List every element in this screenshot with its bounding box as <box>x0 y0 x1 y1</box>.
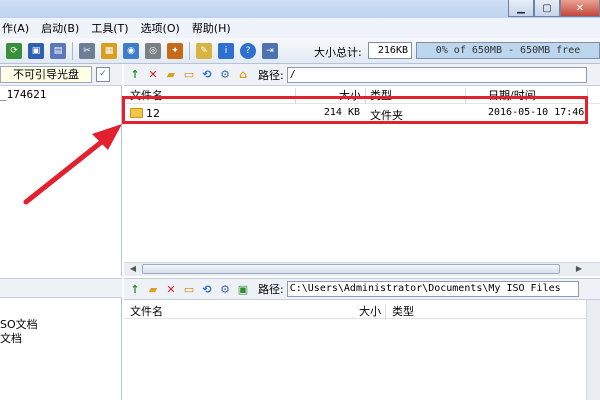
delete-icon[interactable]: ✕ <box>146 68 160 82</box>
size-total-value: 216KB <box>368 42 412 59</box>
image-path-input[interactable]: / <box>286 66 587 83</box>
menu-item-boot[interactable]: 启动(B) <box>41 20 89 36</box>
boot-status-label[interactable]: 不可引导光盘 <box>0 66 92 83</box>
menu-bar: 作(A) 启动(B) 工具(T) 选项(O) 帮助(H) <box>0 18 600 38</box>
column-header-type[interactable]: 类型 <box>388 304 488 320</box>
settings-icon[interactable]: ⚙ <box>218 68 232 82</box>
refresh-icon[interactable]: ⟲ <box>200 68 214 82</box>
up-arrow-icon[interactable]: ↑ <box>128 282 142 296</box>
close-button[interactable]: ✕ <box>560 0 600 17</box>
scroll-right-icon[interactable]: ▶ <box>572 263 586 275</box>
local-tree-pane <box>0 298 122 400</box>
extract-icon[interactable]: ◉ <box>123 42 139 59</box>
image-pane-toolbar: ↑ ✕ ▰ ▭ ⟲ ⚙ ⌂ 路径: / <box>124 64 600 86</box>
settings-icon[interactable]: ⚙ <box>218 282 232 296</box>
delete-icon[interactable]: ✕ <box>164 282 178 296</box>
new-icon[interactable]: ⟳ <box>6 42 22 59</box>
local-path-label: 路径: <box>258 283 284 296</box>
refresh-icon[interactable]: ⟲ <box>200 282 214 296</box>
image-tree-pane <box>0 86 122 276</box>
capacity-bar[interactable]: 0% of 650MB - 650MB free <box>416 42 600 59</box>
local-tree-item[interactable]: 文档 <box>0 330 22 346</box>
vertical-scrollbar[interactable] <box>586 300 600 400</box>
save-as-icon[interactable]: ▤ <box>50 42 66 59</box>
local-pane-toolbar: ↑ ▰ ✕ ▭ ⟲ ⚙ ▣ 路径: C:\Users\Administrator… <box>124 278 600 300</box>
size-total-label: 大小总计: <box>314 46 362 59</box>
tree-node-root[interactable]: _174621 <box>0 88 46 101</box>
minimize-button[interactable]: ▁ <box>508 0 534 17</box>
scroll-left-icon[interactable]: ◀ <box>126 263 140 275</box>
menu-item-action[interactable]: 作(A) <box>2 20 39 36</box>
rename-icon[interactable]: ▭ <box>182 282 196 296</box>
info-icon[interactable]: i <box>218 42 234 59</box>
save-icon[interactable]: ▣ <box>28 42 44 59</box>
burn-icon[interactable]: ◎ <box>145 42 161 59</box>
new-folder-icon[interactable]: ▰ <box>146 282 160 296</box>
menu-item-tools[interactable]: 工具(T) <box>91 20 138 36</box>
left-bottom-header <box>0 278 122 298</box>
help-icon[interactable]: ? <box>240 42 256 59</box>
up-arrow-icon[interactable]: ↑ <box>128 68 142 82</box>
column-header-name[interactable]: 文件名 <box>126 304 306 320</box>
local-path-input[interactable]: C:\Users\Administrator\Documents\My ISO … <box>286 281 579 297</box>
toolbar-separator <box>72 41 73 60</box>
scrollbar-thumb[interactable] <box>142 264 560 274</box>
toolbar-separator <box>189 41 190 60</box>
options-icon[interactable]: ✎ <box>196 42 212 59</box>
cut-icon[interactable]: ✂ <box>79 42 95 59</box>
annotation-highlight-box <box>122 96 588 124</box>
image-path-label: 路径: <box>258 68 284 82</box>
add-icon[interactable]: ▣ <box>236 282 250 296</box>
new-folder-icon[interactable]: ▰ <box>164 68 178 82</box>
register-icon[interactable]: ⇥ <box>262 42 278 59</box>
menu-item-help[interactable]: 帮助(H) <box>192 20 241 36</box>
maximize-button[interactable]: ▢ <box>534 0 560 17</box>
rename-icon[interactable]: ▭ <box>182 68 196 82</box>
properties-icon[interactable]: ⌂ <box>236 68 250 82</box>
menu-item-options[interactable]: 选项(O) <box>141 20 190 36</box>
boot-properties-icon[interactable]: ✓ <box>96 67 110 82</box>
tools-icon[interactable]: ✦ <box>167 42 183 59</box>
folder-icon[interactable]: ▦ <box>101 42 117 59</box>
column-header-size[interactable]: 大小 <box>330 304 386 320</box>
window-controls: ▁ ▢ ✕ <box>508 0 600 18</box>
